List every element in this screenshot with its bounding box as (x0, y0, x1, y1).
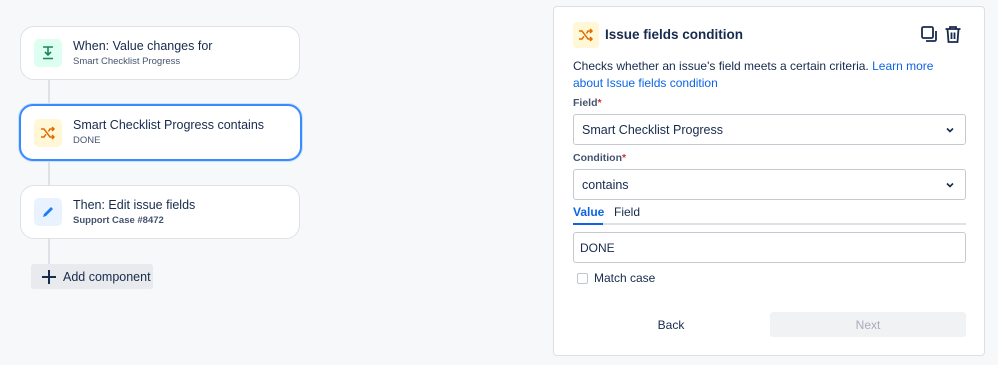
action-title: Then: Edit issue fields (73, 197, 196, 212)
shuffle-icon (34, 118, 62, 147)
add-component-label: Add component (63, 269, 151, 284)
condition-panel: Issue fields condition Checks whether an… (553, 6, 985, 356)
panel-description: Checks whether an issue's field meets a … (573, 58, 963, 92)
action-card[interactable]: Then: Edit issue fields Support Case #84… (20, 185, 300, 239)
condition-card[interactable]: Smart Checklist Progress contains DONE (19, 104, 302, 161)
download-arrow-icon (34, 39, 62, 67)
active-tab-indicator (573, 223, 603, 225)
condition-select[interactable]: contains (573, 169, 966, 200)
back-button[interactable]: Back (633, 312, 709, 337)
copy-icon[interactable] (918, 22, 940, 46)
value-input[interactable]: DONE (573, 232, 966, 263)
tab-value[interactable]: Value (573, 205, 604, 219)
trash-icon[interactable] (942, 22, 964, 46)
value-field-tabs: Value Field (573, 205, 966, 225)
field-select[interactable]: Smart Checklist Progress (573, 114, 966, 145)
match-case-label: Match case (594, 271, 656, 285)
flow-connector (48, 159, 50, 186)
field-label: Field* (573, 97, 602, 109)
action-subtitle: Support Case #8472 (73, 214, 164, 226)
condition-label: Condition* (573, 152, 627, 164)
trigger-title: When: Value changes for (73, 38, 213, 53)
chevron-down-icon (945, 179, 955, 193)
next-button[interactable]: Next (770, 312, 966, 337)
value-input-text: DONE (580, 240, 615, 255)
condition-title: Smart Checklist Progress contains (73, 118, 265, 132)
condition-subtitle: DONE (73, 135, 101, 146)
flow-connector (48, 238, 50, 265)
description-text: Checks whether an issue's field meets a … (573, 59, 869, 73)
trigger-card[interactable]: When: Value changes for Smart Checklist … (20, 26, 300, 80)
trigger-subtitle: Smart Checklist Progress (73, 55, 181, 67)
flow-connector (48, 78, 50, 105)
panel-title: Issue fields condition (605, 27, 744, 42)
field-select-value: Smart Checklist Progress (582, 122, 724, 137)
condition-select-value: contains (582, 177, 629, 192)
add-component-button[interactable]: Add component (31, 264, 153, 289)
shuffle-icon (573, 22, 599, 48)
tab-field[interactable]: Field (614, 205, 640, 219)
match-case-checkbox[interactable] (577, 273, 588, 284)
plus-icon (41, 269, 57, 285)
pencil-icon (34, 198, 62, 226)
chevron-down-icon (945, 124, 955, 138)
